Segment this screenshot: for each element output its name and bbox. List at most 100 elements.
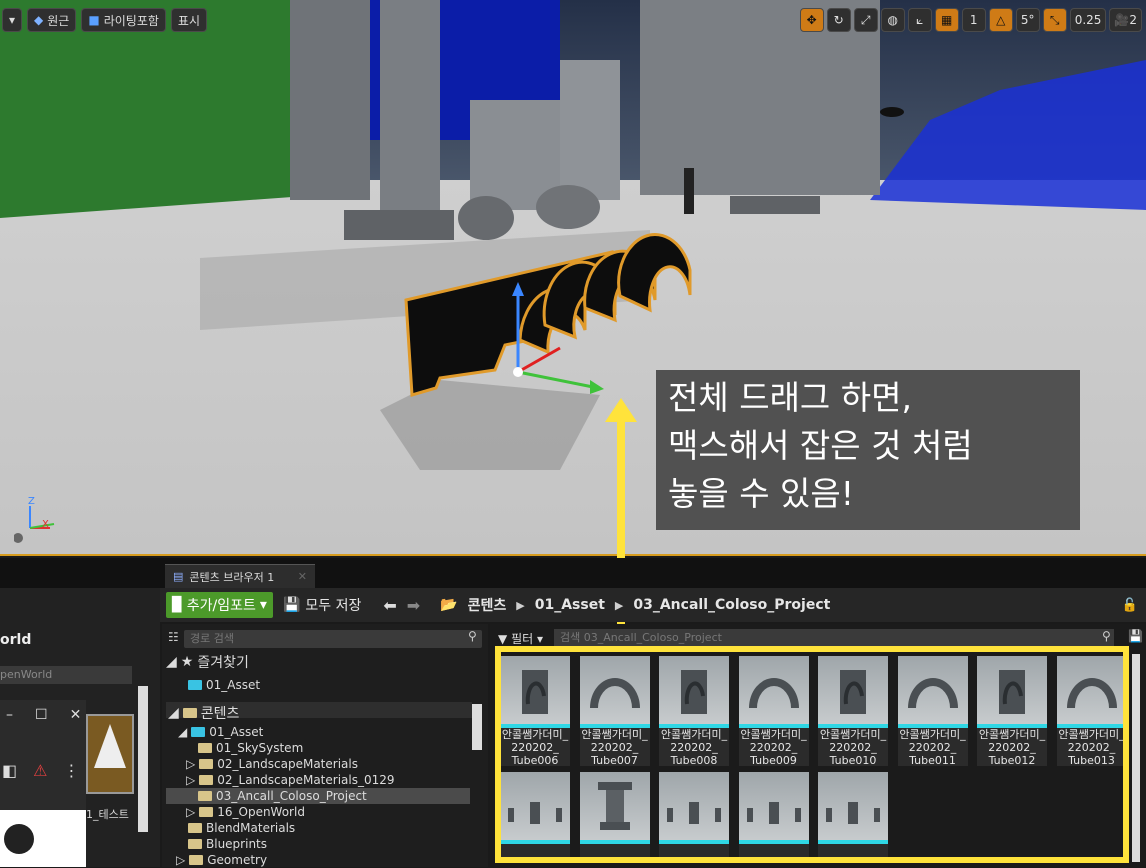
- close-window-icon[interactable]: ✕: [70, 707, 82, 723]
- avatar[interactable]: [4, 824, 34, 854]
- folder-icon: 📂: [440, 597, 458, 613]
- breadcrumb-item[interactable]: 콘텐츠: [468, 595, 507, 615]
- grid-snap-value[interactable]: 1: [961, 8, 986, 32]
- favorite-item[interactable]: 01_Asset: [188, 677, 260, 693]
- tree-item-02-landscapematerials[interactable]: ▷ 02_LandscapeMaterials: [186, 756, 358, 772]
- rotation-snap-toggle[interactable]: △: [988, 8, 1013, 32]
- asset-tile-label: Tube013: [1068, 754, 1115, 767]
- panel-icon[interactable]: ◧: [2, 761, 17, 780]
- camera-speed-button[interactable]: 🎥 2: [1109, 8, 1142, 32]
- asset-tile-label: 220202_: [749, 741, 798, 754]
- translate-tool[interactable]: ✥: [799, 8, 824, 32]
- scale-icon: ⤢: [860, 12, 871, 27]
- back-icon[interactable]: ⬅: [383, 596, 396, 615]
- asset-tile[interactable]: 안콜쌤가더미_ 220202_ Tube007: [579, 656, 650, 767]
- grid-snap-toggle[interactable]: ▦: [934, 8, 959, 32]
- asset-tile[interactable]: 안콜쌤가더미_ 220202_ Tube010: [818, 656, 888, 767]
- tree-item-label: 01_SkySystem: [216, 741, 304, 755]
- minimize-icon[interactable]: –: [6, 707, 13, 723]
- asset-tile[interactable]: [738, 772, 809, 860]
- forward-icon[interactable]: ➡: [407, 596, 420, 615]
- more-options-icon[interactable]: ⋮: [63, 761, 79, 780]
- viewport-menu-button[interactable]: ▾: [2, 8, 23, 32]
- asset-tile[interactable]: [500, 772, 570, 860]
- asset-scrollbar[interactable]: [1132, 654, 1140, 862]
- folder-icon: [182, 708, 197, 718]
- path-search-input[interactable]: 경로 검색: [184, 630, 482, 648]
- show-button[interactable]: 표시: [170, 8, 207, 32]
- asset-thumbnail: [659, 656, 729, 724]
- close-icon[interactable]: ✕: [298, 570, 307, 583]
- level-viewport[interactable]: ▾ ◆ 원근 ■ 라이팅포함 표시 ✥ ↻ ⤢ ◍ ⟀ ▦ 1 △ 5° ⤡ 0…: [0, 0, 1146, 556]
- asset-tile-label: 220202_: [908, 741, 957, 754]
- content-browser-tab[interactable]: ▤ 콘텐츠 브라우저 1 ✕: [165, 564, 315, 588]
- tree-item-label: Blueprints: [206, 837, 268, 851]
- content-root[interactable]: ◢ 콘텐츠: [168, 705, 240, 722]
- favorites-header[interactable]: ◢ ★ 즐겨찾기: [166, 654, 249, 671]
- scale-snap-value[interactable]: 0.25: [1069, 8, 1107, 32]
- tree-item-geometry[interactable]: ▷ Geometry: [176, 852, 267, 868]
- tree-item-03-ancall-coloso-project[interactable]: 03_Ancall_Coloso_Project: [198, 788, 367, 804]
- breadcrumb-item[interactable]: 01_Asset: [535, 597, 605, 613]
- collapsed-arrow-icon: ▷: [176, 853, 186, 867]
- tree-options-icon[interactable]: ☷: [168, 630, 179, 644]
- chevron-right-icon: ▶: [614, 598, 624, 612]
- tree-item-16-openworld[interactable]: ▷ 16_OpenWorld: [186, 804, 305, 820]
- axis-x-label: X: [42, 519, 49, 530]
- filter-label: 필터: [511, 632, 534, 646]
- expand-arrow-icon: ◢: [168, 705, 179, 721]
- filter-icon: ▼: [498, 632, 508, 646]
- world-local-toggle[interactable]: ◍: [880, 8, 905, 32]
- tree-item-01-skysystem[interactable]: 01_SkySystem: [198, 740, 303, 756]
- asset-tile[interactable]: [579, 772, 650, 860]
- asset-search-input[interactable]: 검색 03_Ancall_Coloso_Project: [554, 629, 1114, 647]
- asset-tile-label: 안콜쌤가더미_: [581, 728, 648, 741]
- tree-scrollbar[interactable]: [472, 704, 482, 750]
- outliner-search-input[interactable]: penWorld: [0, 666, 132, 684]
- asset-tile[interactable]: 안콜쌤가더미_ 220202_ Tube006: [500, 656, 570, 767]
- tree-item-label: 02_LandscapeMaterials_0129: [217, 773, 395, 787]
- content-root-label: 콘텐츠: [200, 706, 240, 722]
- asset-tile[interactable]: [659, 772, 729, 860]
- tree-item-02-landscapematerials-0129[interactable]: ▷ 02_LandscapeMaterials_0129: [186, 772, 395, 788]
- tree-item-blendmaterials[interactable]: BlendMaterials: [188, 820, 295, 836]
- filter-button[interactable]: ▼ 필터 ▾: [498, 630, 543, 647]
- breadcrumb-item[interactable]: 03_Ancall_Coloso_Project: [633, 597, 830, 613]
- rotate-tool[interactable]: ↻: [826, 8, 851, 32]
- asset-tile[interactable]: 안콜쌤가더미_ 220202_ Tube012: [977, 656, 1047, 767]
- scale-snap-toggle[interactable]: ⤡: [1042, 8, 1067, 32]
- asset-thumbnail[interactable]: [86, 714, 134, 794]
- asset-tile-label: 안콜쌤가더미_: [1058, 728, 1125, 741]
- asset-tile-label: Tube008: [670, 754, 718, 767]
- scale-tool[interactable]: ⤢: [853, 8, 878, 32]
- tree-item-01-asset[interactable]: ◢ 01_Asset: [178, 724, 263, 740]
- content-browser-toolbar: ▉ 추가/임포트 ▾ 💾 모두 저장 ⬅ ➡ 📂 콘텐츠 ▶ 01_Asset …: [160, 588, 1146, 622]
- asset-tile[interactable]: 안콜쌤가더미_ 220202_ Tube011: [897, 656, 968, 767]
- lighting-button[interactable]: ■ 라이팅포함: [81, 8, 166, 32]
- asset-tile[interactable]: 안콜쌤가더미_ 220202_ Tube013: [1056, 656, 1127, 767]
- warning-icon[interactable]: ⚠: [33, 761, 47, 780]
- asset-thumbnail: [500, 772, 570, 840]
- asset-tile-label: 안콜쌤가더미_: [978, 728, 1046, 741]
- tree-item-blueprints[interactable]: Blueprints: [188, 836, 267, 852]
- save-search-icon[interactable]: 💾: [1128, 629, 1143, 643]
- asset-tile-label: 안콜쌤가더미_: [819, 728, 887, 741]
- asset-tile[interactable]: 안콜쌤가더미_ 220202_ Tube009: [738, 656, 809, 767]
- surface-snap-toggle[interactable]: ⟀: [907, 8, 932, 32]
- save-all-button[interactable]: 💾 모두 저장: [283, 595, 361, 615]
- folder-icon: [188, 823, 202, 833]
- rotation-snap-value[interactable]: 5°: [1015, 8, 1040, 32]
- pyramid-icon: [94, 724, 126, 768]
- folder-icon: [199, 807, 214, 817]
- add-import-label: 추가/임포트: [186, 598, 256, 614]
- add-import-button[interactable]: ▉ 추가/임포트 ▾: [166, 592, 273, 618]
- perspective-button[interactable]: ◆ 원근: [27, 8, 77, 32]
- asset-tile[interactable]: 안콜쌤가더미_ 220202_ Tube008: [659, 656, 729, 767]
- wall-arch-icon: [681, 670, 707, 714]
- perspective-label: 원근: [47, 13, 70, 28]
- asset-tile[interactable]: [818, 772, 888, 860]
- left-panel-scrollbar[interactable]: [138, 686, 148, 832]
- maximize-icon[interactable]: ☐: [35, 707, 48, 723]
- lock-icon[interactable]: 🔓: [1122, 598, 1138, 613]
- wall-arch-icon: [840, 670, 866, 714]
